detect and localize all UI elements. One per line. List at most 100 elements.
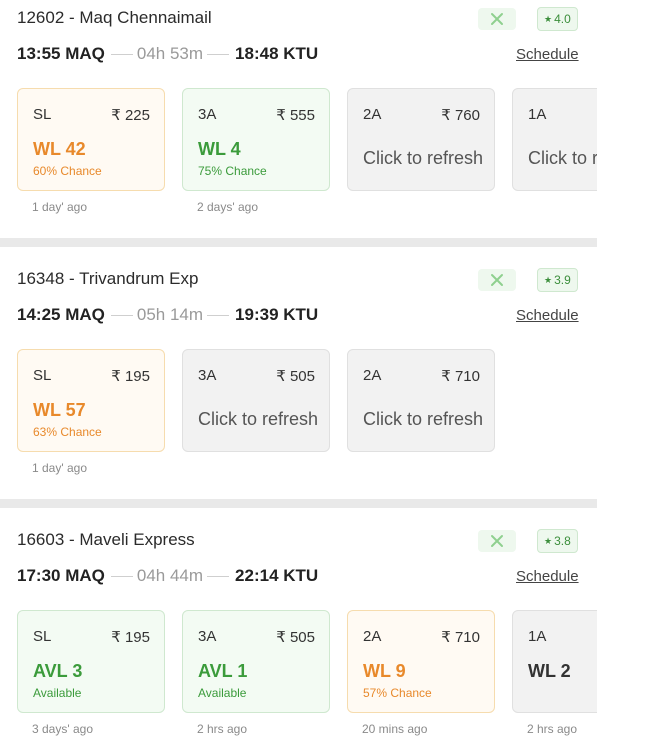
journey-timeline: 17:30 MAQ 04h 44m 22:14 KTU — [17, 566, 318, 586]
class-code: 1A — [528, 628, 547, 645]
duration: 04h 53m — [136, 44, 204, 63]
fare: ₹ 710 — [441, 368, 480, 385]
class-code: 2A — [363, 367, 382, 384]
utensils-icon — [478, 530, 516, 552]
star-icon: ★ — [544, 13, 553, 24]
arrival-time: 19:39 KTU — [235, 305, 319, 324]
timeline-divider — [207, 575, 230, 577]
schedule-link[interactable]: Schedule — [516, 46, 579, 63]
availability-status: WL 4 — [198, 139, 241, 159]
fare: ₹ 505 — [276, 629, 315, 646]
fare: ₹ 195 — [111, 629, 150, 646]
confirm-chance: 63% Chance — [33, 425, 102, 439]
confirm-chance: Available — [198, 686, 247, 700]
rating-badge: ★ 3.8 — [537, 529, 578, 553]
fare: ₹ 555 — [276, 107, 315, 124]
star-icon: ★ — [544, 274, 553, 285]
class-card-2a[interactable]: 2A ₹ 710 Click to refresh — [347, 349, 495, 452]
class-card-1a[interactable]: 1A WL 2 — [512, 610, 597, 713]
availability-status: WL 2 — [528, 661, 571, 681]
class-cards: SL ₹ 195 WL 57 63% Chance 1 day' ago 3A … — [17, 349, 597, 499]
class-code: 2A — [363, 628, 382, 645]
section-divider — [0, 499, 597, 508]
availability-status: WL 57 — [33, 400, 86, 420]
class-card-3a[interactable]: 3A ₹ 555 WL 4 75% Chance — [182, 88, 330, 191]
updated-time: 1 day' ago — [32, 200, 88, 214]
train-number: 16348 — [17, 269, 65, 288]
refresh-prompt[interactable]: Click to refresh — [198, 409, 318, 430]
class-card-3a[interactable]: 3A ₹ 505 Click to refresh — [182, 349, 330, 452]
arrival-time: 18:48 KTU — [235, 44, 319, 63]
class-code: 3A — [198, 367, 217, 384]
confirm-chance: 75% Chance — [198, 164, 267, 178]
class-code: 1A — [528, 106, 547, 123]
train-card[interactable]: 12602 - Maq Chennaimail ★ 4.0 13:55 MAQ 0… — [0, 0, 597, 238]
schedule-link[interactable]: Schedule — [516, 568, 579, 585]
departure-time: 17:30 MAQ — [17, 566, 105, 585]
refresh-prompt[interactable]: Click to refresh — [363, 409, 483, 430]
timeline-divider — [207, 314, 230, 316]
class-card-sl[interactable]: SL ₹ 195 WL 57 63% Chance — [17, 349, 165, 452]
updated-time: 1 day' ago — [32, 461, 88, 475]
availability-status: WL 9 — [363, 661, 406, 681]
schedule-link[interactable]: Schedule — [516, 307, 579, 324]
class-card-3a[interactable]: 3A ₹ 505 AVL 1 Available — [182, 610, 330, 713]
class-cards: SL ₹ 195 AVL 3 Available 3 days' ago 3A … — [17, 610, 597, 749]
class-code: 2A — [363, 106, 382, 123]
duration: 04h 44m — [136, 566, 204, 585]
timeline-divider — [110, 314, 133, 316]
availability-status: AVL 3 — [33, 661, 83, 681]
confirm-chance: 60% Chance — [33, 164, 102, 178]
train-card[interactable]: 16348 - Trivandrum Exp ★ 3.9 14:25 MAQ 05… — [0, 247, 597, 499]
fare: ₹ 710 — [441, 629, 480, 646]
fare: ₹ 195 — [111, 368, 150, 385]
timeline-divider — [110, 53, 133, 55]
updated-time: 2 days' ago — [197, 200, 259, 214]
class-card-sl[interactable]: SL ₹ 195 AVL 3 Available — [17, 610, 165, 713]
class-card-2a[interactable]: 2A ₹ 760 Click to refresh — [347, 88, 495, 191]
fare: ₹ 505 — [276, 368, 315, 385]
utensils-icon — [478, 8, 516, 30]
departure-time: 14:25 MAQ — [17, 305, 105, 324]
train-number: 12602 — [17, 8, 65, 27]
refresh-prompt[interactable]: Click to refresh — [528, 148, 597, 169]
departure-time: 13:55 MAQ — [17, 44, 105, 63]
arrival-time: 22:14 KTU — [235, 566, 319, 585]
updated-time: 20 mins ago — [362, 722, 428, 736]
confirm-chance: Available — [33, 686, 82, 700]
updated-time: 3 days' ago — [32, 722, 94, 736]
class-code: SL — [33, 106, 52, 123]
refresh-prompt[interactable]: Click to refresh — [363, 148, 483, 169]
train-name: Trivandrum Exp — [79, 269, 199, 288]
class-code: 3A — [198, 628, 217, 645]
updated-time: 2 hrs ago — [527, 722, 578, 736]
rating-value: 3.9 — [554, 273, 571, 287]
class-code: 3A — [198, 106, 217, 123]
train-list: 12602 - Maq Chennaimail ★ 4.0 13:55 MAQ 0… — [0, 0, 597, 749]
class-cards: SL ₹ 225 WL 42 60% Chance 1 day' ago 3A … — [17, 88, 597, 238]
train-title: 16603 - Maveli Express — [17, 530, 195, 549]
utensils-icon — [478, 269, 516, 291]
class-card-2a[interactable]: 2A ₹ 710 WL 9 57% Chance — [347, 610, 495, 713]
train-title: 12602 - Maq Chennaimail — [17, 8, 212, 27]
rating-value: 3.8 — [554, 534, 571, 548]
timeline-divider — [207, 53, 230, 55]
rating-badge: ★ 3.9 — [537, 268, 578, 292]
duration: 05h 14m — [136, 305, 204, 324]
timeline-divider — [110, 575, 133, 577]
class-code: SL — [33, 628, 52, 645]
train-title: 16348 - Trivandrum Exp — [17, 269, 199, 288]
class-card-sl[interactable]: SL ₹ 225 WL 42 60% Chance — [17, 88, 165, 191]
fare: ₹ 760 — [441, 107, 480, 124]
updated-time: 2 hrs ago — [197, 722, 248, 736]
availability-status: AVL 1 — [198, 661, 248, 681]
train-name: Maq Chennaimail — [79, 8, 212, 27]
section-divider — [0, 238, 597, 247]
class-code: SL — [33, 367, 52, 384]
journey-timeline: 13:55 MAQ 04h 53m 18:48 KTU — [17, 44, 318, 64]
train-name: Maveli Express — [79, 530, 195, 549]
rating-badge: ★ 4.0 — [537, 7, 578, 31]
train-card[interactable]: 16603 - Maveli Express ★ 3.8 17:30 MAQ 04… — [0, 508, 597, 749]
class-card-1a[interactable]: 1A Click to refresh — [512, 88, 597, 191]
rating-value: 4.0 — [554, 12, 571, 26]
